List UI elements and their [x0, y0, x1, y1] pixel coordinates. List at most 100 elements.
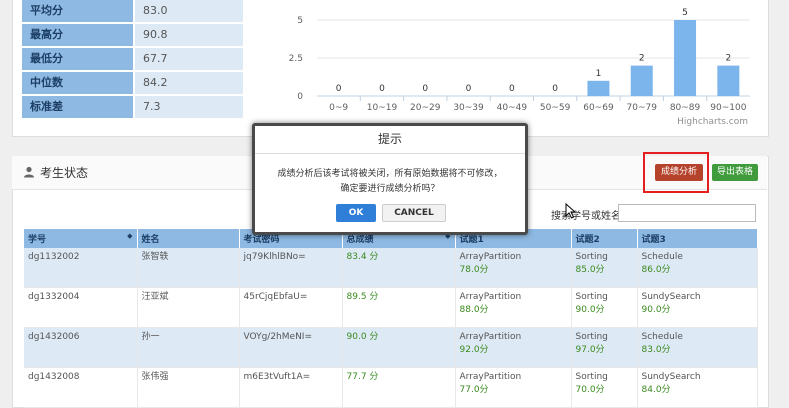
cell-name: 汪亚斌 — [137, 287, 240, 328]
data-label: 0 — [336, 84, 342, 94]
problem-name: Schedule — [641, 252, 683, 262]
bar — [630, 65, 653, 96]
cell-total: 83.4 分 — [342, 248, 456, 288]
stat-value: 83.0 — [135, 0, 243, 22]
highlight-annotation — [643, 152, 709, 193]
stat-label: 标准差 — [22, 96, 133, 118]
cell-q3: SundySearch 90.0分 — [637, 287, 758, 328]
y-tick-label: 5 — [297, 16, 303, 26]
search-label: 搜索学号或姓名 — [551, 211, 621, 222]
data-label: 2 — [639, 54, 645, 64]
col-header-id[interactable]: 学号 ◆ — [24, 229, 138, 248]
panel-title: 考生状态 — [40, 166, 89, 180]
col-header-name[interactable]: 姓名 — [137, 229, 240, 248]
x-tick-label: 20~29 — [410, 103, 441, 113]
stat-row-average: 平均分 83.0 — [22, 0, 243, 24]
stat-label: 平均分 — [22, 0, 133, 22]
x-tick-label: 0~9 — [329, 103, 348, 113]
y-tick-label: 0 — [297, 92, 303, 102]
sort-icon[interactable]: ◆ — [127, 232, 132, 240]
data-label: 0 — [466, 84, 472, 94]
cell-total: 90.0 分 — [342, 327, 456, 368]
bar — [587, 80, 610, 96]
cell-password: 45rCjqEbfaU= — [239, 287, 343, 328]
data-label: 1 — [596, 69, 602, 79]
problem-name: Schedule — [641, 332, 683, 342]
col-header-q2[interactable]: 试题2 — [571, 229, 638, 248]
x-tick-label: 70~79 — [627, 103, 658, 113]
stat-row-median: 中位数 84.2 — [22, 72, 243, 96]
ok-button[interactable]: OK — [336, 204, 376, 222]
bar — [717, 65, 740, 96]
user-icon — [24, 166, 34, 178]
problem-name: ArrayPartition — [459, 332, 522, 342]
cell-q1: ArrayPartition 88.0分 — [455, 287, 572, 328]
stat-row-max: 最高分 90.8 — [22, 24, 243, 48]
cell-q2: Sorting 97.0分 — [571, 327, 638, 368]
x-tick-label: 10~19 — [367, 103, 398, 113]
bar — [674, 20, 697, 96]
data-label: 2 — [725, 54, 731, 64]
cell-q1: ArrayPartition 78.0分 — [455, 248, 572, 288]
problem-score: 70.0分 — [575, 385, 605, 395]
x-tick-label: 50~59 — [540, 103, 571, 113]
problem-score: 77.0分 — [459, 385, 489, 395]
cell-q3: Schedule 86.0分 — [637, 248, 758, 288]
stat-label: 最低分 — [22, 48, 133, 70]
cancel-button[interactable]: CANCEL — [382, 204, 446, 222]
stat-row-min: 最低分 67.7 — [22, 48, 243, 72]
problem-score: 86.0分 — [641, 265, 671, 275]
cell-name: 孙一 — [137, 327, 240, 368]
x-tick-label: 60~69 — [583, 103, 614, 113]
problem-name: Sorting — [575, 332, 608, 342]
problem-name: ArrayPartition — [459, 252, 522, 262]
dialog-message: 确定要进行成绩分析吗？ — [340, 184, 440, 194]
x-tick-label: 30~39 — [453, 103, 484, 113]
problem-name: Sorting — [575, 372, 608, 382]
problem-score: 90.0分 — [641, 305, 671, 315]
problem-score: 92.0分 — [459, 345, 489, 355]
mouse-cursor-icon — [565, 203, 577, 219]
data-label: 0 — [509, 84, 515, 94]
data-label: 0 — [422, 84, 428, 94]
problem-score: 88.0分 — [459, 305, 489, 315]
stat-label: 最高分 — [22, 24, 133, 46]
stat-value: 84.2 — [135, 72, 243, 94]
data-label: 0 — [552, 84, 558, 94]
cell-id: dg1132002 — [24, 248, 138, 288]
problem-name: Sorting — [575, 292, 608, 302]
problem-name: ArrayPartition — [459, 372, 522, 382]
x-tick-label: 90~100 — [710, 103, 746, 113]
cell-name: 张智轶 — [137, 248, 240, 288]
data-label: 0 — [379, 84, 385, 94]
stat-row-stddev: 标准差 7.3 — [22, 96, 243, 120]
stat-value: 90.8 — [135, 24, 243, 46]
problem-name: SundySearch — [641, 372, 701, 382]
y-tick-label: 2.5 — [289, 54, 303, 64]
stat-value: 67.7 — [135, 48, 243, 70]
problem-score: 84.0分 — [641, 385, 671, 395]
cell-q2: Sorting 85.0分 — [571, 248, 638, 288]
data-label: 5 — [682, 8, 688, 18]
export-table-button[interactable]: 导出表格 — [712, 164, 758, 181]
dialog-message: 成绩分析后该考试将被关闭，所有原始数据将不可修改， — [277, 169, 503, 179]
problem-score: 83.0分 — [641, 345, 671, 355]
chart-credit: Highcharts.com — [677, 117, 748, 127]
score-distribution-chart: 5 2.5 0 0 0~9 0 10~19 0 20~29 0 30~39 0 40~49 0 50~59 1… — [289, 8, 750, 127]
problem-name: Sorting — [575, 252, 608, 262]
x-tick-label: 80~89 — [670, 103, 701, 113]
table-row: dg1332004 汪亚斌 45rCjqEbfaU= 89.5 分 ArrayP… — [24, 287, 758, 328]
stat-label: 中位数 — [22, 72, 133, 94]
table-row: dg1432006 孙一 VOYg/2hMeNI= 90.0 分 ArrayPa… — [24, 327, 758, 368]
search-input[interactable] — [618, 204, 756, 222]
problem-score: 85.0分 — [575, 265, 605, 275]
col-header-q3[interactable]: 试题3 — [637, 229, 758, 248]
cell-id: dg1432006 — [24, 327, 138, 368]
cell-q1: ArrayPartition 92.0分 — [455, 327, 572, 368]
stat-value: 7.3 — [135, 96, 243, 118]
cell-total: 89.5 分 — [342, 287, 456, 328]
cell-password: VOYg/2hMeNI= — [239, 327, 343, 368]
x-tick-label: 40~49 — [497, 103, 528, 113]
problem-score: 90.0分 — [575, 305, 605, 315]
problem-name: ArrayPartition — [459, 292, 522, 302]
